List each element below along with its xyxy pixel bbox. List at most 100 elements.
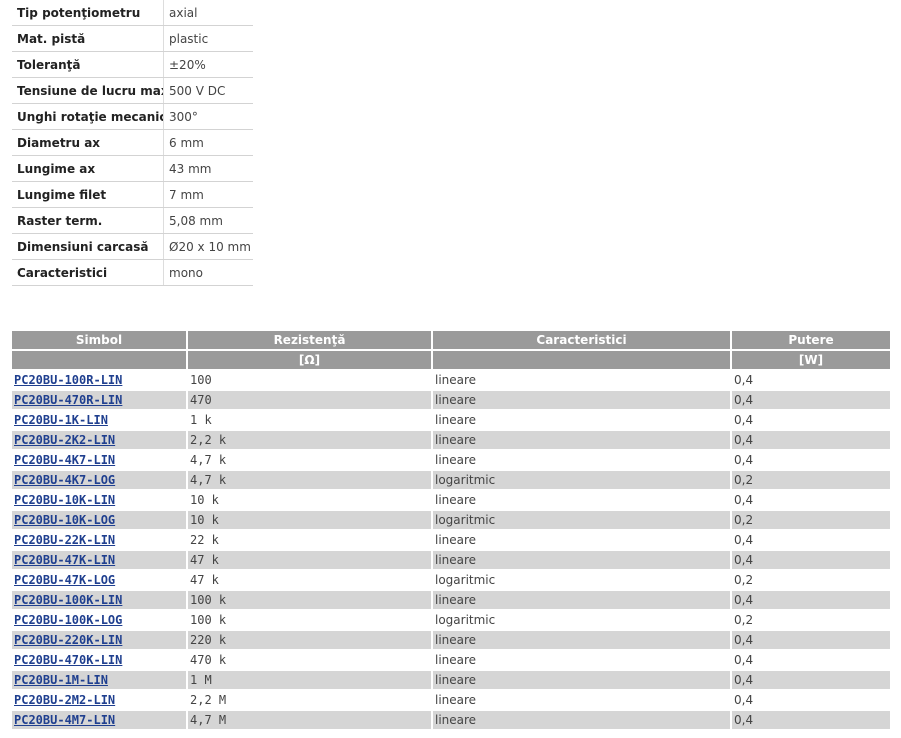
spec-value: 6 mm xyxy=(163,129,253,156)
characteristic-cell: lineare xyxy=(432,650,732,671)
products-table-body: PC20BU-100R-LIN 100 lineare 0,4 PC20BU-470R-… xyxy=(12,370,890,731)
symbol-cell: PC20BU-47K-LIN xyxy=(12,550,188,571)
table-row: PC20BU-470K-LIN 470 k lineare 0,4 xyxy=(12,650,890,671)
product-symbol-link[interactable]: PC20BU-22K-LIN xyxy=(14,533,115,547)
power-cell: 0,4 xyxy=(731,630,890,651)
spec-value: 500 V DC xyxy=(163,77,253,104)
spec-row: Lungime ax 43 mm xyxy=(12,155,253,182)
symbol-cell: PC20BU-1K-LIN xyxy=(12,410,188,431)
resistance-cell: 100 k xyxy=(187,610,433,631)
spec-value: plastic xyxy=(163,25,253,52)
characteristic-cell: lineare xyxy=(432,490,732,511)
spec-row: Mat. pistă plastic xyxy=(12,25,253,52)
symbol-cell: PC20BU-100K-LOG xyxy=(12,610,188,631)
table-row: PC20BU-4K7-LOG 4,7 k logaritmic 0,2 xyxy=(12,470,890,491)
product-symbol-link[interactable]: PC20BU-100R-LIN xyxy=(14,373,122,387)
products-table-header: Simbol Rezistenţă Caracteristici Putere … xyxy=(12,331,890,371)
spec-value: 5,08 mm xyxy=(163,207,253,234)
product-symbol-link[interactable]: PC20BU-47K-LOG xyxy=(14,573,115,587)
spec-value: 7 mm xyxy=(163,181,253,208)
spec-label: Dimensiuni carcasă xyxy=(12,233,164,260)
symbol-cell: PC20BU-47K-LOG xyxy=(12,570,188,591)
power-cell: 0,4 xyxy=(731,410,890,431)
header-resistance: Rezistenţă xyxy=(187,331,433,351)
resistance-cell: 10 k xyxy=(187,490,433,511)
table-row: PC20BU-1M-LIN 1 Mlineare 0,4 xyxy=(12,670,890,691)
resistance-cell: 47 k xyxy=(187,570,433,591)
power-cell: 0,4 xyxy=(731,430,890,451)
power-cell: 0,4 xyxy=(731,690,890,711)
spec-label: Raster term. xyxy=(12,207,164,234)
symbol-cell: PC20BU-4M7-LIN xyxy=(12,710,188,731)
spec-label: Lungime ax xyxy=(12,155,164,182)
power-cell: 0,4 xyxy=(731,490,890,511)
characteristic-cell: lineare xyxy=(432,410,732,431)
resistance-cell: 2,2 k xyxy=(187,430,433,451)
characteristic-cell: lineare xyxy=(432,690,732,711)
characteristic-cell: logaritmic xyxy=(432,610,732,631)
characteristic-cell: lineare xyxy=(432,370,732,391)
characteristic-cell: lineare xyxy=(432,450,732,471)
symbol-cell: PC20BU-4K7-LIN xyxy=(12,450,188,471)
table-row: PC20BU-47K-LOG 47 k logaritmic 0,2 xyxy=(12,570,890,591)
spec-label: Caracteristici xyxy=(12,259,164,286)
resistance-cell: 100 k xyxy=(187,590,433,611)
product-symbol-link[interactable]: PC20BU-2K2-LIN xyxy=(14,433,115,447)
symbol-cell: PC20BU-100R-LIN xyxy=(12,370,188,391)
characteristic-cell: lineare xyxy=(432,390,732,411)
spec-row: Toleranţă ±20% xyxy=(12,51,253,78)
resistance-cell: 47 k xyxy=(187,550,433,571)
product-symbol-link[interactable]: PC20BU-47K-LIN xyxy=(14,553,115,567)
power-cell: 0,2 xyxy=(731,610,890,631)
product-symbol-link[interactable]: PC20BU-470R-LIN xyxy=(14,393,122,407)
spec-label: Lungime filet xyxy=(12,181,164,208)
specifications-body: Tip potenţiometru axial Mat. pistă plastic T… xyxy=(12,0,253,286)
spec-value: ±20% xyxy=(163,51,253,78)
characteristic-cell: lineare xyxy=(432,550,732,571)
symbol-cell: PC20BU-2M2-LIN xyxy=(12,690,188,711)
resistance-cell: 100 xyxy=(187,370,433,391)
table-row: PC20BU-4K7-LIN 4,7 k lineare 0,4 xyxy=(12,450,890,471)
product-symbol-link[interactable]: PC20BU-10K-LIN xyxy=(14,493,115,507)
characteristic-cell: lineare xyxy=(432,670,732,691)
product-symbol-link[interactable]: PC20BU-1K-LIN xyxy=(14,413,108,427)
header-row: Simbol Rezistenţă Caracteristici Putere xyxy=(12,331,890,351)
spec-label: Tip potenţiometru xyxy=(12,0,164,26)
specifications-table: Tip potenţiometru axial Mat. pistă plastic T… xyxy=(12,0,253,286)
spec-row: Tensiune de lucru max. 500 V DC xyxy=(12,77,253,104)
header-characteristic: Caracteristici xyxy=(432,331,732,351)
resistance-cell: 4,7 k xyxy=(187,470,433,491)
power-cell: 0,2 xyxy=(731,470,890,491)
table-row: PC20BU-470R-LIN 470 lineare 0,4 xyxy=(12,390,890,411)
table-row: PC20BU-1K-LIN 1 k lineare 0,4 xyxy=(12,410,890,431)
table-row: PC20BU-100K-LOG 100 k logaritmic 0,2 xyxy=(12,610,890,631)
spec-row: Diametru ax 6 mm xyxy=(12,129,253,156)
power-cell: 0,4 xyxy=(731,650,890,671)
products-table: Simbol Rezistenţă Caracteristici Putere … xyxy=(12,331,890,731)
power-cell: 0,4 xyxy=(731,590,890,611)
product-symbol-link[interactable]: PC20BU-4M7-LIN xyxy=(14,713,115,727)
power-cell: 0,2 xyxy=(731,570,890,591)
unit-symbol xyxy=(12,350,188,371)
resistance-cell: 10 k xyxy=(187,510,433,531)
unit-characteristic xyxy=(432,350,732,371)
table-row: PC20BU-100R-LIN 100 lineare 0,4 xyxy=(12,370,890,391)
table-row: PC20BU-47K-LIN 47 k lineare 0,4 xyxy=(12,550,890,571)
product-symbol-link[interactable]: PC20BU-220K-LIN xyxy=(14,633,122,647)
product-symbol-link[interactable]: PC20BU-1M-LIN xyxy=(14,673,108,687)
product-symbol-link[interactable]: PC20BU-2M2-LIN xyxy=(14,693,115,707)
product-symbol-link[interactable]: PC20BU-4K7-LIN xyxy=(14,453,115,467)
power-cell: 0,4 xyxy=(731,450,890,471)
symbol-cell: PC20BU-470R-LIN xyxy=(12,390,188,411)
product-symbol-link[interactable]: PC20BU-470K-LIN xyxy=(14,653,122,667)
spec-value: Ø20 x 10 mm xyxy=(163,233,253,260)
characteristic-cell: logaritmic xyxy=(432,470,732,491)
spec-value: 300° xyxy=(163,103,253,130)
power-cell: 0,4 xyxy=(731,550,890,571)
product-symbol-link[interactable]: PC20BU-100K-LIN xyxy=(14,593,122,607)
power-cell: 0,4 xyxy=(731,530,890,551)
product-symbol-link[interactable]: PC20BU-100K-LOG xyxy=(14,613,122,627)
product-symbol-link[interactable]: PC20BU-10K-LOG xyxy=(14,513,115,527)
spec-row: Raster term. 5,08 mm xyxy=(12,207,253,234)
product-symbol-link[interactable]: PC20BU-4K7-LOG xyxy=(14,473,115,487)
